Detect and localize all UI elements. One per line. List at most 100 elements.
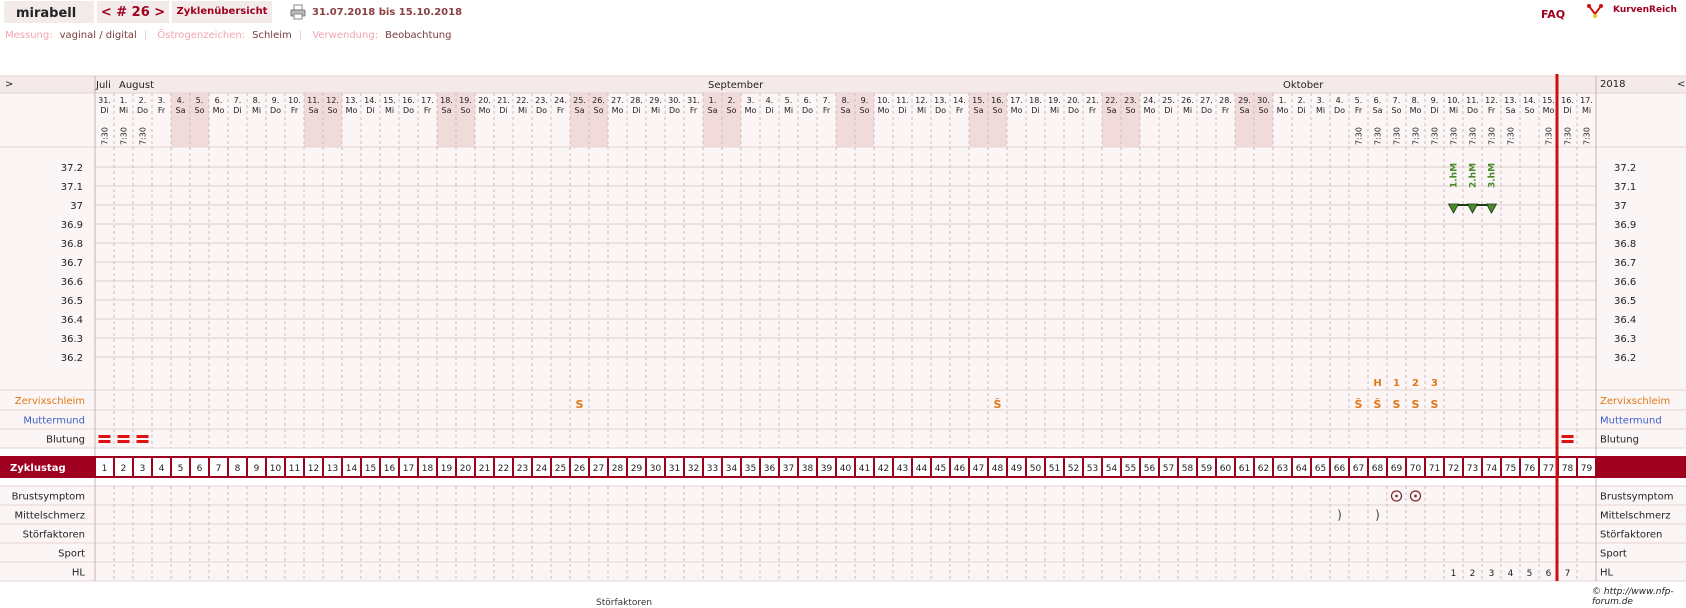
day-number: 1. [120,96,128,105]
day-number: 9. [272,96,280,105]
cycle-day-number: 70 [1410,464,1422,474]
day-number: 25. [1162,96,1175,105]
day-number: 13. [934,96,947,105]
cycle-day-number: 41 [859,464,870,474]
day-number: 11. [307,96,320,105]
mucus-symbol: Ŝ [994,398,1002,411]
day-number: 30. [1257,96,1270,105]
cycle-day-number: 33 [707,464,718,474]
day-number: 21. [1086,96,1099,105]
cycle-day-number: 58 [1182,464,1194,474]
day-number: 1. [709,96,717,105]
month-label: Oktober [1283,80,1324,91]
mucus-symbol: S [576,398,584,411]
mucus-symbol: S [1412,398,1420,411]
cycle-chart: 37.2 37.237.1 37.137 3736.9 36.936.8 36.836.7… [0,74,1686,582]
weekday-label: So [1126,106,1136,115]
cycle-day-number: 75 [1505,464,1516,474]
hl-day-number: 1 [1451,569,1457,579]
month-row-background [0,76,1686,93]
day-number: 11. [896,96,909,105]
temp-axis-label-right: 36.3 [1614,334,1636,345]
cycle-day-number: 7 [216,464,222,474]
weekday-label: Mi [119,106,128,115]
weekday-label: Di [898,106,906,115]
weekday-label: Sa [841,106,851,115]
weekday-label: Fr [1488,106,1496,115]
measurement-time: 7:30 [1412,127,1421,145]
weekday-label: Do [802,106,813,115]
month-label: August [119,80,154,91]
cycle-day-number: 59 [1201,464,1213,474]
day-number: 14. [1523,96,1536,105]
temp-axis-label-left: 36.8 [61,239,83,250]
weekday-label: Mi [252,106,261,115]
cycle-day-number: 61 [1239,464,1250,474]
weekday-label: Mi [1183,106,1192,115]
weekday-label: Di [1563,106,1571,115]
day-number: 23. [535,96,548,105]
weekday-label: Do [1201,106,1212,115]
cycle-day-number: 30 [650,464,662,474]
weekday-label: Mo [1011,106,1023,115]
weekday-label: Fr [291,106,299,115]
day-number: 24. [554,96,567,105]
day-number: 15. [383,96,396,105]
weekday-label: So [594,106,604,115]
weekday-label: Sa [442,106,452,115]
day-number: 9. [861,96,869,105]
day-number: 18. [1029,96,1042,105]
temp-axis-label-right: 37 [1614,201,1627,212]
day-number: 13. [1504,96,1517,105]
cycle-day-number: 9 [254,464,260,474]
nav-prev-arrow[interactable]: > [5,79,13,90]
hl-day-number: 6 [1546,569,1552,579]
day-number: 6. [804,96,812,105]
weekday-label: Mo [1543,106,1555,115]
cycle-day-number: 79 [1581,464,1593,474]
weekday-label: So [461,106,471,115]
temp-axis-label-left: 36.6 [61,277,83,288]
temp-axis-label-right: 36.5 [1614,296,1636,307]
cycle-day-number: 49 [1011,464,1023,474]
row-label-blutung-right: Blutung [1600,435,1639,446]
measurement-time: 7:30 [1507,127,1516,145]
cycle-day-number: 22 [498,464,509,474]
nav-next-arrow[interactable]: < [1677,79,1685,90]
cycle-day-number: 39 [821,464,833,474]
cycle-day-number: 71 [1429,464,1440,474]
month-label: September [708,80,764,91]
day-number: 10. [1447,96,1460,105]
bleeding-marker [136,440,149,443]
cycle-day-number: 10 [270,464,282,474]
day-number: 4. [1336,96,1344,105]
day-number: 16. [1561,96,1574,105]
breast-symptom-icon [1414,494,1417,498]
weekday-label: Mi [1582,106,1591,115]
cycle-day-number: 17 [403,464,414,474]
temp-axis-label-right: 36.2 [1614,353,1636,364]
cycle-day-number: 63 [1277,464,1288,474]
temp-axis-label-right: 36.7 [1614,258,1636,269]
weekday-label: Di [499,106,507,115]
day-number: 20. [478,96,491,105]
weekday-label: Fr [1355,106,1363,115]
day-number: 22. [1105,96,1118,105]
day-number: 3. [747,96,755,105]
day-number: 15. [972,96,985,105]
day-number: 3. [158,96,166,105]
measurement-time: 7:30 [101,127,110,145]
cycle-day-number: 78 [1562,464,1574,474]
cycle-day-number: 27 [593,464,604,474]
cycle-day-number: 48 [992,464,1004,474]
row-label-muttermund-right: Muttermund [1600,416,1662,427]
weekday-label: Do [137,106,148,115]
cycle-day-number: 21 [479,464,490,474]
high-measure-label: 2.hM [1469,163,1479,188]
day-number: 8. [1412,96,1420,105]
mucus-symbol: Ŝ [1374,398,1382,411]
weekday-label: Mo [346,106,358,115]
day-number: 26. [1181,96,1194,105]
hl-day-number: 7 [1565,569,1571,579]
cycle-day-number: 42 [878,464,889,474]
